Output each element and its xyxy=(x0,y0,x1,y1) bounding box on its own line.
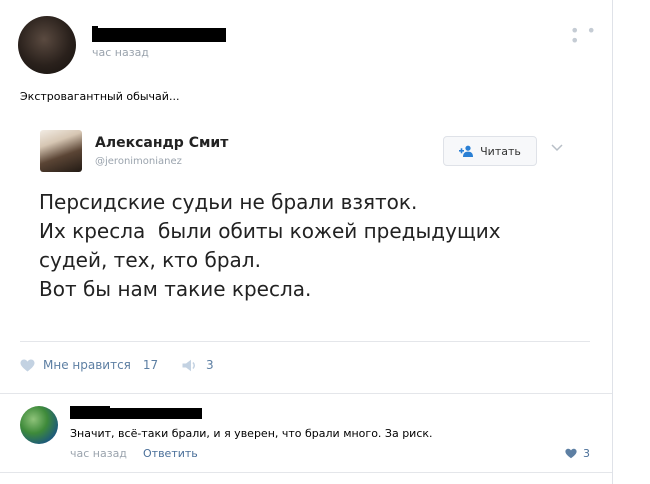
like-button[interactable]: Мне нравится 17 xyxy=(20,358,158,372)
follow-button-label: Читать xyxy=(480,144,521,158)
tweet-author-handle[interactable]: @jeronimonianez xyxy=(95,156,182,167)
comment-like-count: 3 xyxy=(583,447,590,460)
reply-button[interactable]: Ответить xyxy=(143,447,198,460)
tweet-text: Персидские судьи не брали взяток. Их кре… xyxy=(39,188,579,304)
tweet-line: Вот бы нам такие кресла. xyxy=(39,277,312,301)
comment-time[interactable]: час назад xyxy=(70,447,127,460)
share-count: 3 xyxy=(206,358,214,372)
divider xyxy=(0,393,612,394)
post-time[interactable]: час назад xyxy=(92,46,149,59)
follow-button[interactable]: Читать xyxy=(443,136,537,166)
more-dots-icon[interactable]: • • • xyxy=(570,23,612,49)
like-count: 17 xyxy=(142,358,159,372)
like-label: Мне нравится xyxy=(43,358,131,372)
tweet-line: судей, тех, кто брал. xyxy=(39,248,261,272)
commenter-avatar[interactable] xyxy=(20,406,58,444)
author-name-redacted[interactable] xyxy=(92,28,226,42)
heart-icon xyxy=(20,359,35,371)
tweet-line: Их кресла были обиты кожей предыдущих xyxy=(39,219,501,243)
commenter-name-redacted[interactable] xyxy=(70,408,202,419)
add-user-icon xyxy=(459,145,474,157)
tweet-author-avatar[interactable] xyxy=(40,130,82,172)
comment-text: Значит, всё-таки брали, и я уверен, что … xyxy=(70,427,433,440)
tweet-author-name[interactable]: Александр Смит xyxy=(95,135,228,151)
share-icon xyxy=(182,359,195,371)
author-avatar[interactable] xyxy=(18,16,76,74)
share-button[interactable]: 3 xyxy=(182,358,214,372)
chevron-down-icon[interactable] xyxy=(551,144,563,152)
heart-icon xyxy=(565,448,577,459)
post-card: час назад • • • Экстровагантный обычай..… xyxy=(0,0,613,484)
divider xyxy=(0,472,612,473)
divider xyxy=(20,341,590,342)
tweet-line: Персидские судьи не брали взяток. xyxy=(39,190,418,214)
post-text: Экстровагантный обычай... xyxy=(20,90,180,103)
comment-like-button[interactable]: 3 xyxy=(565,447,590,460)
